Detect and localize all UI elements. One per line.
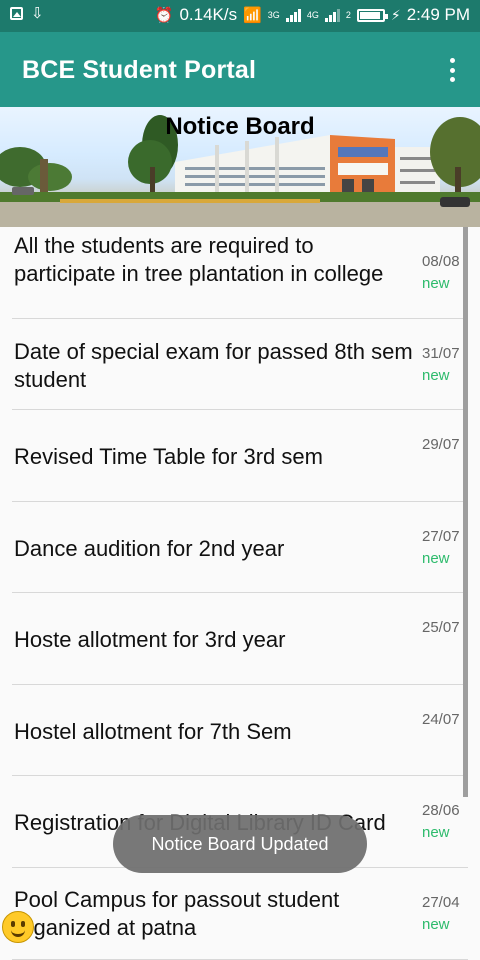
app-title: BCE Student Portal [22, 56, 257, 84]
download-notification-icon: ⇩ [31, 5, 44, 22]
new-badge: new [422, 275, 450, 292]
notice-title: All the students are required to partici… [14, 233, 384, 286]
status-bar-right: ⏰ 0.14K/s 📶 3G 4G 2 ⚡ 2:49 PM [155, 5, 470, 25]
notice-date: 28/06 [422, 802, 460, 819]
status-bar: ⇩ ⏰ 0.14K/s 📶 3G 4G 2 ⚡ 2:49 PM [0, 0, 480, 32]
new-badge: new [422, 550, 450, 567]
new-badge: new [422, 367, 450, 384]
clock: 2:49 PM [406, 5, 470, 24]
new-badge: new [422, 916, 450, 933]
wifi-icon: 📶 [243, 7, 262, 24]
banner-title: Notice Board [165, 113, 315, 140]
signal-strength-1-icon [285, 8, 301, 22]
notice-date: 25/07 [422, 619, 460, 636]
notice-date: 08/08 [422, 253, 460, 270]
sim-slot: 2 [345, 10, 351, 20]
status-bar-left: ⇩ [10, 6, 44, 21]
notice-item[interactable]: All the students are required to partici… [12, 227, 468, 319]
more-vert-icon[interactable] [448, 58, 456, 82]
notice-item[interactable]: Pool Campus for passout student organize… [12, 868, 468, 960]
notice-date: 31/07 [422, 345, 460, 362]
notice-title: Hoste allotment for 3rd year [14, 627, 286, 652]
battery-icon [356, 8, 388, 22]
network-type-2: 4G [306, 10, 319, 20]
app-bar: BCE Student Portal [0, 32, 480, 107]
network-speed: 0.14K/s [179, 5, 238, 24]
signal-strength-2-icon [324, 8, 340, 22]
notice-date: 24/07 [422, 711, 460, 728]
notice-title: Revised Time Table for 3rd sem [14, 444, 323, 469]
notice-board-banner: Notice Board [0, 107, 480, 227]
list-scrollbar[interactable] [463, 227, 468, 797]
network-type-1: 3G [267, 10, 280, 20]
notice-item[interactable]: Dance audition for 2nd year 27/07 new [12, 502, 468, 593]
notice-item[interactable]: Date of special exam for passed 8th sem … [12, 319, 468, 410]
notice-title: Pool Campus for passout student organize… [14, 887, 340, 940]
notice-item[interactable]: Hoste allotment for 3rd year 25/07 [12, 593, 468, 685]
notice-date: 27/04 [422, 894, 460, 911]
alarm-icon: ⏰ [154, 7, 174, 24]
notice-title: Date of special exam for passed 8th sem … [14, 339, 413, 392]
image-notification-icon [10, 7, 23, 20]
notice-title: Dance audition for 2nd year [14, 536, 285, 561]
charging-icon: ⚡ [390, 6, 401, 23]
smiley-emoji-icon[interactable] [2, 911, 34, 943]
new-badge: new [422, 824, 450, 841]
notice-item[interactable]: Revised Time Table for 3rd sem 29/07 [12, 410, 468, 502]
notice-item[interactable]: Hostel allotment for 7th Sem 24/07 [12, 685, 468, 776]
notice-date: 29/07 [422, 436, 460, 453]
toast-message: Notice Board Updated [113, 815, 367, 873]
notice-date: 27/07 [422, 528, 460, 545]
notice-title: Hostel allotment for 7th Sem [14, 719, 292, 744]
